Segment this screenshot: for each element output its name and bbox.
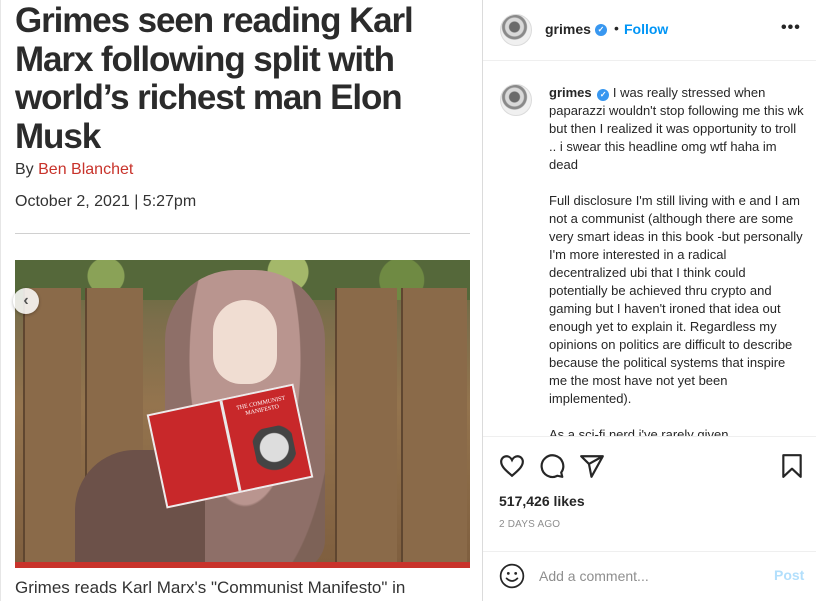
article-photo: THE COMMUNIST MANIFESTO bbox=[15, 260, 470, 562]
header-username[interactable]: grimes bbox=[545, 21, 591, 37]
follow-button[interactable]: Follow bbox=[624, 21, 668, 37]
more-options-icon[interactable]: ••• bbox=[781, 19, 801, 37]
caption-comment: grimes ✓ I was really stressed when papa… bbox=[549, 84, 805, 436]
author-link[interactable]: Ben Blanchet bbox=[38, 161, 133, 178]
comment-paragraph-partial: As a sci-fi nerd i've rarely given bbox=[549, 427, 729, 436]
photo-caption: Grimes reads Karl Marx's "Communist Mani… bbox=[15, 578, 406, 597]
comment-paragraph: grimes ✓ I was really stressed when papa… bbox=[549, 84, 805, 174]
book-portrait bbox=[250, 423, 300, 477]
verified-badge-icon: ✓ bbox=[597, 89, 610, 101]
heart-icon[interactable] bbox=[499, 453, 525, 479]
emoji-icon[interactable] bbox=[499, 563, 525, 589]
comment-input[interactable] bbox=[539, 565, 759, 587]
article-panel: Grimes seen reading Karl Marx following … bbox=[0, 0, 482, 601]
post-timestamp[interactable]: 2 DAYS AGO bbox=[499, 519, 560, 530]
article-byline: By Ben Blanchet bbox=[15, 161, 133, 179]
article-dateline: October 2, 2021 | 5:27pm bbox=[15, 193, 197, 210]
post-actions: 517,426 likes 2 DAYS AGO bbox=[483, 436, 816, 551]
avatar[interactable] bbox=[500, 14, 532, 46]
fence-plank bbox=[335, 288, 397, 562]
bookmark-icon[interactable] bbox=[779, 453, 805, 479]
photo-face bbox=[213, 300, 277, 384]
like-count[interactable]: 517,426 likes bbox=[499, 493, 585, 509]
share-icon[interactable] bbox=[579, 453, 605, 479]
article-headline: Grimes seen reading Karl Marx following … bbox=[15, 1, 414, 156]
post-header: grimes ✓ • Follow ••• bbox=[483, 0, 816, 61]
add-comment-bar: Post bbox=[483, 551, 816, 601]
caption-accent-bar bbox=[15, 562, 470, 568]
byline-prefix: By bbox=[15, 161, 39, 178]
verified-badge-icon: ✓ bbox=[595, 24, 607, 36]
article-divider bbox=[15, 233, 470, 234]
chevron-left-icon[interactable]: ‹ bbox=[13, 288, 39, 314]
comment-paragraph: Full disclosure I'm still living with e … bbox=[549, 193, 803, 406]
fence-plank bbox=[23, 288, 81, 562]
comment-username[interactable]: grimes bbox=[549, 85, 592, 100]
instagram-post-panel: grimes ✓ • Follow ••• grimes ✓ I was rea… bbox=[482, 0, 816, 601]
caption-comment-area[interactable]: grimes ✓ I was really stressed when papa… bbox=[483, 62, 816, 436]
fence-plank bbox=[401, 288, 467, 562]
book-title: THE COMMUNIST MANIFESTO bbox=[235, 395, 286, 417]
separator-dot: • bbox=[614, 20, 619, 36]
avatar[interactable] bbox=[500, 84, 532, 116]
comment-icon[interactable] bbox=[539, 453, 565, 479]
post-button[interactable]: Post bbox=[774, 567, 804, 583]
